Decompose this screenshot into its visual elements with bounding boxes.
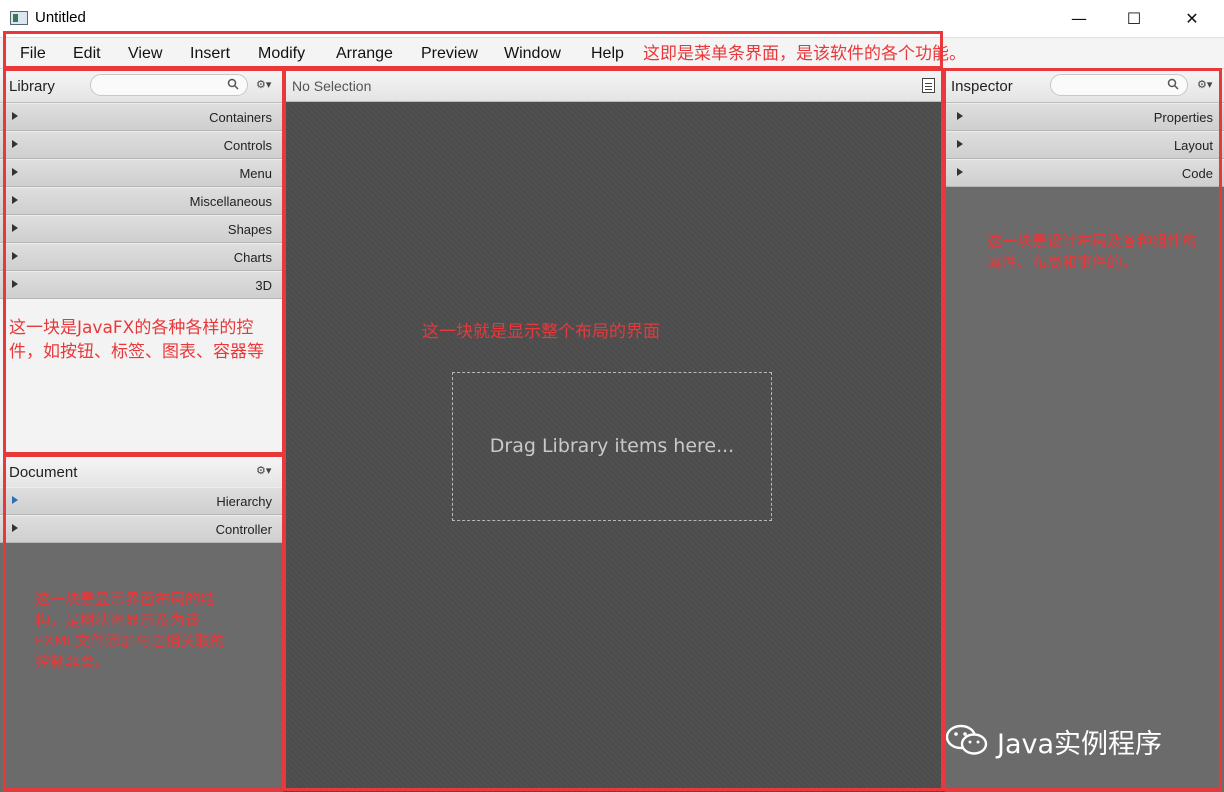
expand-arrow-icon (12, 112, 18, 120)
search-icon (1167, 78, 1179, 90)
menu-help[interactable]: Help (591, 45, 624, 63)
expand-arrow-icon (12, 252, 18, 260)
document-section-hierarchy[interactable]: Hierarchy (0, 487, 283, 515)
drop-hint: Drag Library items here... (489, 435, 735, 457)
section-label: Controls (223, 138, 272, 153)
expand-arrow-icon (12, 140, 18, 148)
expand-arrow-icon (957, 168, 963, 176)
menu-modify[interactable]: Modify (258, 45, 305, 63)
title-bar: Untitled — ☐ ✕ (0, 0, 1224, 38)
library-section-3d[interactable]: 3D (0, 271, 283, 299)
window-title: Untitled (35, 9, 86, 26)
app-icon (10, 11, 28, 25)
library-content-area: 这一块是JavaFX的各种各样的控件，如按钮、标签、图表、容器等 (0, 299, 283, 455)
library-header: Library ⚙▾ (0, 69, 283, 103)
section-label: Shapes (227, 222, 272, 237)
wechat-icon (945, 724, 988, 755)
menu-preview[interactable]: Preview (421, 45, 478, 63)
expand-arrow-icon (12, 524, 18, 532)
inspector-header: Inspector ⚙▾ (945, 69, 1224, 103)
watermark-text: Java实例程序 (997, 729, 1163, 760)
inspector-panel: Inspector ⚙▾ Properties Layout Code 这一块是… (945, 69, 1224, 792)
menu-view[interactable]: View (128, 45, 162, 63)
menu-bar: File Edit View Insert Modify Arrange Pre… (0, 38, 1224, 69)
inspector-section-properties[interactable]: Properties (945, 103, 1224, 131)
left-panel: Library ⚙▾ Containers Controls Menu Misc… (0, 69, 283, 792)
document-title: Document (9, 464, 78, 481)
inspector-section-code[interactable]: Code (945, 159, 1224, 187)
section-label: Menu (239, 166, 272, 181)
section-label: Layout (1173, 138, 1213, 153)
library-section-menu[interactable]: Menu (0, 159, 283, 187)
expand-arrow-icon (12, 224, 18, 232)
expand-arrow-icon (12, 168, 18, 176)
document-icon[interactable] (922, 78, 935, 93)
content-header: No Selection (283, 69, 945, 102)
menubar-annotation: 这即是菜单条界面，是该软件的各个功能。 (643, 44, 966, 64)
expand-arrow-icon (957, 140, 963, 148)
library-annotation: 这一块是JavaFX的各种各样的控件，如按钮、标签、图表、容器等 (9, 318, 264, 362)
library-search-input[interactable] (90, 74, 248, 96)
section-label: Properties (1153, 110, 1213, 125)
section-label: Controller (215, 522, 272, 537)
gear-icon[interactable]: ⚙▾ (256, 78, 274, 92)
close-button[interactable]: ✕ (1163, 0, 1221, 38)
section-label: Hierarchy (216, 494, 272, 509)
content-panel: No Selection 这一块就是显示整个布局的界面 Drag Library… (283, 69, 945, 792)
inspector-title: Inspector (951, 78, 1013, 95)
menu-file[interactable]: File (20, 45, 46, 63)
expand-arrow-icon (12, 496, 18, 504)
section-label: 3D (255, 278, 272, 293)
inspector-section-layout[interactable]: Layout (945, 131, 1224, 159)
drop-zone[interactable]: Drag Library items here... (452, 372, 772, 521)
library-section-controls[interactable]: Controls (0, 131, 283, 159)
selection-status: No Selection (292, 78, 372, 94)
gear-icon[interactable]: ⚙▾ (1197, 78, 1215, 92)
section-label: Miscellaneous (189, 194, 272, 209)
library-section-containers[interactable]: Containers (0, 103, 283, 131)
library-section-shapes[interactable]: Shapes (0, 215, 283, 243)
menu-window[interactable]: Window (504, 45, 561, 63)
inspector-search-input[interactable] (1050, 74, 1188, 96)
gear-icon[interactable]: ⚙▾ (256, 464, 274, 478)
document-header: Document ⚙▾ (0, 455, 283, 489)
expand-arrow-icon (12, 280, 18, 288)
watermark: Java实例程序 (945, 720, 1224, 760)
library-title: Library (9, 78, 55, 95)
document-annotation: 这一块是显示界面布局的结构，是树状图显示及为该FXML文件添加与之相关联的控制器… (35, 590, 226, 671)
expand-arrow-icon (957, 112, 963, 120)
minimize-button[interactable]: — (1050, 0, 1108, 38)
menu-insert[interactable]: Insert (190, 45, 230, 63)
section-label: Containers (209, 110, 272, 125)
search-icon (227, 78, 239, 90)
section-label: Charts (233, 250, 272, 265)
content-annotation: 这一块就是显示整个布局的界面 (422, 322, 660, 342)
expand-arrow-icon (12, 196, 18, 204)
section-label: Code (1181, 166, 1213, 181)
menu-arrange[interactable]: Arrange (336, 45, 393, 63)
library-section-charts[interactable]: Charts (0, 243, 283, 271)
menu-edit[interactable]: Edit (73, 45, 101, 63)
library-section-miscellaneous[interactable]: Miscellaneous (0, 187, 283, 215)
document-section-controller[interactable]: Controller (0, 515, 283, 543)
inspector-annotation: 这一块是设计布局及各种组件的属性、布局和事件的。 (987, 232, 1198, 271)
maximize-button[interactable]: ☐ (1105, 0, 1163, 38)
scene-builder-window: Untitled — ☐ ✕ File Edit View Insert Mod… (0, 0, 1224, 792)
